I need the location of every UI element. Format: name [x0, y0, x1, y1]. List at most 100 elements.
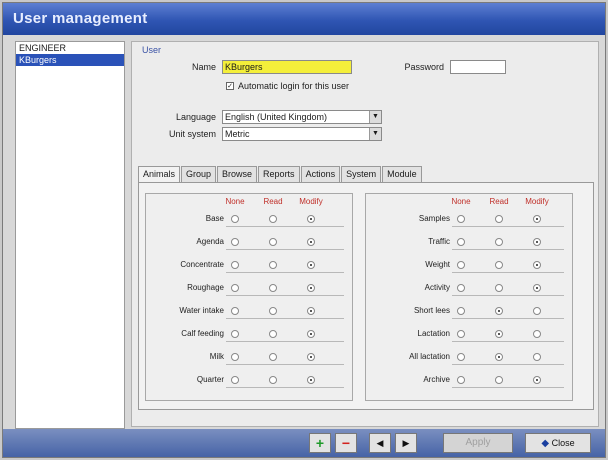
permission-radio-modify[interactable]	[533, 261, 541, 269]
tab-reports[interactable]: Reports	[258, 166, 300, 182]
previous-user-button[interactable]: ◀	[369, 433, 391, 453]
permission-radio-read[interactable]	[269, 261, 277, 269]
unit-system-select[interactable]: Metric ▼	[222, 127, 382, 141]
permission-radio-modify[interactable]	[533, 238, 541, 246]
permission-radio-read[interactable]	[495, 261, 503, 269]
permission-radio-modify[interactable]	[307, 238, 315, 246]
permission-radio-modify[interactable]	[533, 376, 541, 384]
window-title: User management	[13, 10, 148, 27]
permission-radio-read[interactable]	[269, 353, 277, 361]
permission-label: Water intake	[179, 306, 224, 315]
permission-radio-none[interactable]	[231, 376, 239, 384]
permission-radio-none[interactable]	[457, 307, 465, 315]
permission-radio-modify[interactable]	[533, 307, 541, 315]
row-divider	[452, 387, 564, 388]
tab-animals[interactable]: Animals	[138, 166, 181, 183]
permission-radio-modify[interactable]	[533, 284, 541, 292]
permission-radio-modify[interactable]	[307, 261, 315, 269]
permission-radio-read[interactable]	[495, 353, 503, 361]
permission-radio-read[interactable]	[269, 376, 277, 384]
user-list[interactable]: ENGINEER KBurgers	[15, 41, 125, 429]
row-divider	[226, 387, 344, 388]
permission-radio-read[interactable]	[269, 330, 277, 338]
chevron-down-icon[interactable]: ▼	[369, 128, 381, 140]
add-user-button[interactable]: +	[309, 433, 331, 453]
permission-radio-none[interactable]	[457, 330, 465, 338]
apply-label: Apply	[465, 437, 491, 448]
row-divider	[452, 272, 564, 273]
permission-radio-none[interactable]	[231, 353, 239, 361]
user-group-label: User	[142, 45, 162, 55]
delete-user-button[interactable]: −	[335, 433, 357, 453]
permission-label: Quarter	[196, 375, 224, 384]
permission-radio-none[interactable]	[457, 215, 465, 223]
permission-radio-none[interactable]	[231, 215, 239, 223]
permission-radio-none[interactable]	[457, 353, 465, 361]
column-header-modify: Modify	[525, 197, 549, 206]
name-label: Name	[191, 62, 216, 72]
permission-label: Activity	[424, 283, 450, 292]
permission-radio-read[interactable]	[495, 215, 503, 223]
password-label: Password	[404, 62, 444, 72]
language-select[interactable]: English (United Kingdom) ▼	[222, 110, 382, 124]
permission-radio-modify[interactable]	[307, 330, 315, 338]
permission-radio-none[interactable]	[231, 261, 239, 269]
row-divider	[452, 226, 564, 227]
permission-radio-modify[interactable]	[533, 330, 541, 338]
row-divider	[452, 295, 564, 296]
permission-radio-none[interactable]	[457, 238, 465, 246]
permission-radio-read[interactable]	[269, 307, 277, 315]
permission-radio-read[interactable]	[269, 238, 277, 246]
permission-radio-modify[interactable]	[307, 353, 315, 361]
permission-radio-read[interactable]	[495, 307, 503, 315]
name-input[interactable]: KBurgers	[222, 60, 352, 74]
user-list-item[interactable]: ENGINEER	[16, 42, 124, 54]
tab-module[interactable]: Module	[382, 166, 422, 182]
tab-browse[interactable]: Browse	[217, 166, 258, 182]
permission-label: Archive	[423, 375, 450, 384]
permission-label: Weight	[425, 260, 450, 269]
permission-label: Roughage	[187, 283, 224, 292]
permission-radio-read[interactable]	[495, 238, 503, 246]
permission-radio-read[interactable]	[495, 330, 503, 338]
permission-radio-none[interactable]	[231, 330, 239, 338]
permission-tab-panel: None Read Modify Base Agenda Concentrate Rough…	[138, 182, 594, 410]
user-list-item[interactable]: KBurgers	[16, 54, 124, 66]
permission-radio-none[interactable]	[457, 376, 465, 384]
permission-radio-modify[interactable]	[307, 284, 315, 292]
unit-system-value: Metric	[225, 129, 250, 139]
permission-radio-none[interactable]	[231, 284, 239, 292]
permission-radio-none[interactable]	[457, 261, 465, 269]
permission-label: Short lees	[413, 306, 450, 315]
close-label: Close	[551, 438, 575, 448]
next-user-button[interactable]: ▶	[395, 433, 417, 453]
permission-radio-read[interactable]	[495, 376, 503, 384]
row-divider	[452, 249, 564, 250]
permission-radio-none[interactable]	[231, 238, 239, 246]
apply-button[interactable]: Apply	[443, 433, 513, 453]
permission-label: Base	[205, 214, 224, 223]
permission-radio-read[interactable]	[269, 215, 277, 223]
permission-radio-none[interactable]	[231, 307, 239, 315]
permission-radio-none[interactable]	[457, 284, 465, 292]
tab-group[interactable]: Group	[181, 166, 217, 182]
permission-radio-read[interactable]	[495, 284, 503, 292]
close-button[interactable]: ◆ Close	[525, 433, 591, 453]
tab-actions[interactable]: Actions	[300, 166, 341, 182]
password-input[interactable]	[450, 60, 506, 74]
permission-radio-modify[interactable]	[307, 376, 315, 384]
column-header-none: None	[225, 197, 245, 206]
permission-label: Concentrate	[180, 260, 224, 269]
permission-radio-read[interactable]	[269, 284, 277, 292]
column-header-modify: Modify	[299, 197, 323, 206]
permission-label: Samples	[418, 214, 450, 223]
auto-login-checkbox[interactable]: ✓	[226, 82, 234, 90]
row-divider	[452, 318, 564, 319]
chevron-down-icon[interactable]: ▼	[369, 111, 381, 123]
permission-radio-modify[interactable]	[307, 307, 315, 315]
permission-radio-modify[interactable]	[307, 215, 315, 223]
arrow-right-icon: ▶	[402, 438, 410, 448]
tab-system[interactable]: System	[341, 166, 382, 182]
permission-radio-modify[interactable]	[533, 353, 541, 361]
permission-radio-modify[interactable]	[533, 215, 541, 223]
